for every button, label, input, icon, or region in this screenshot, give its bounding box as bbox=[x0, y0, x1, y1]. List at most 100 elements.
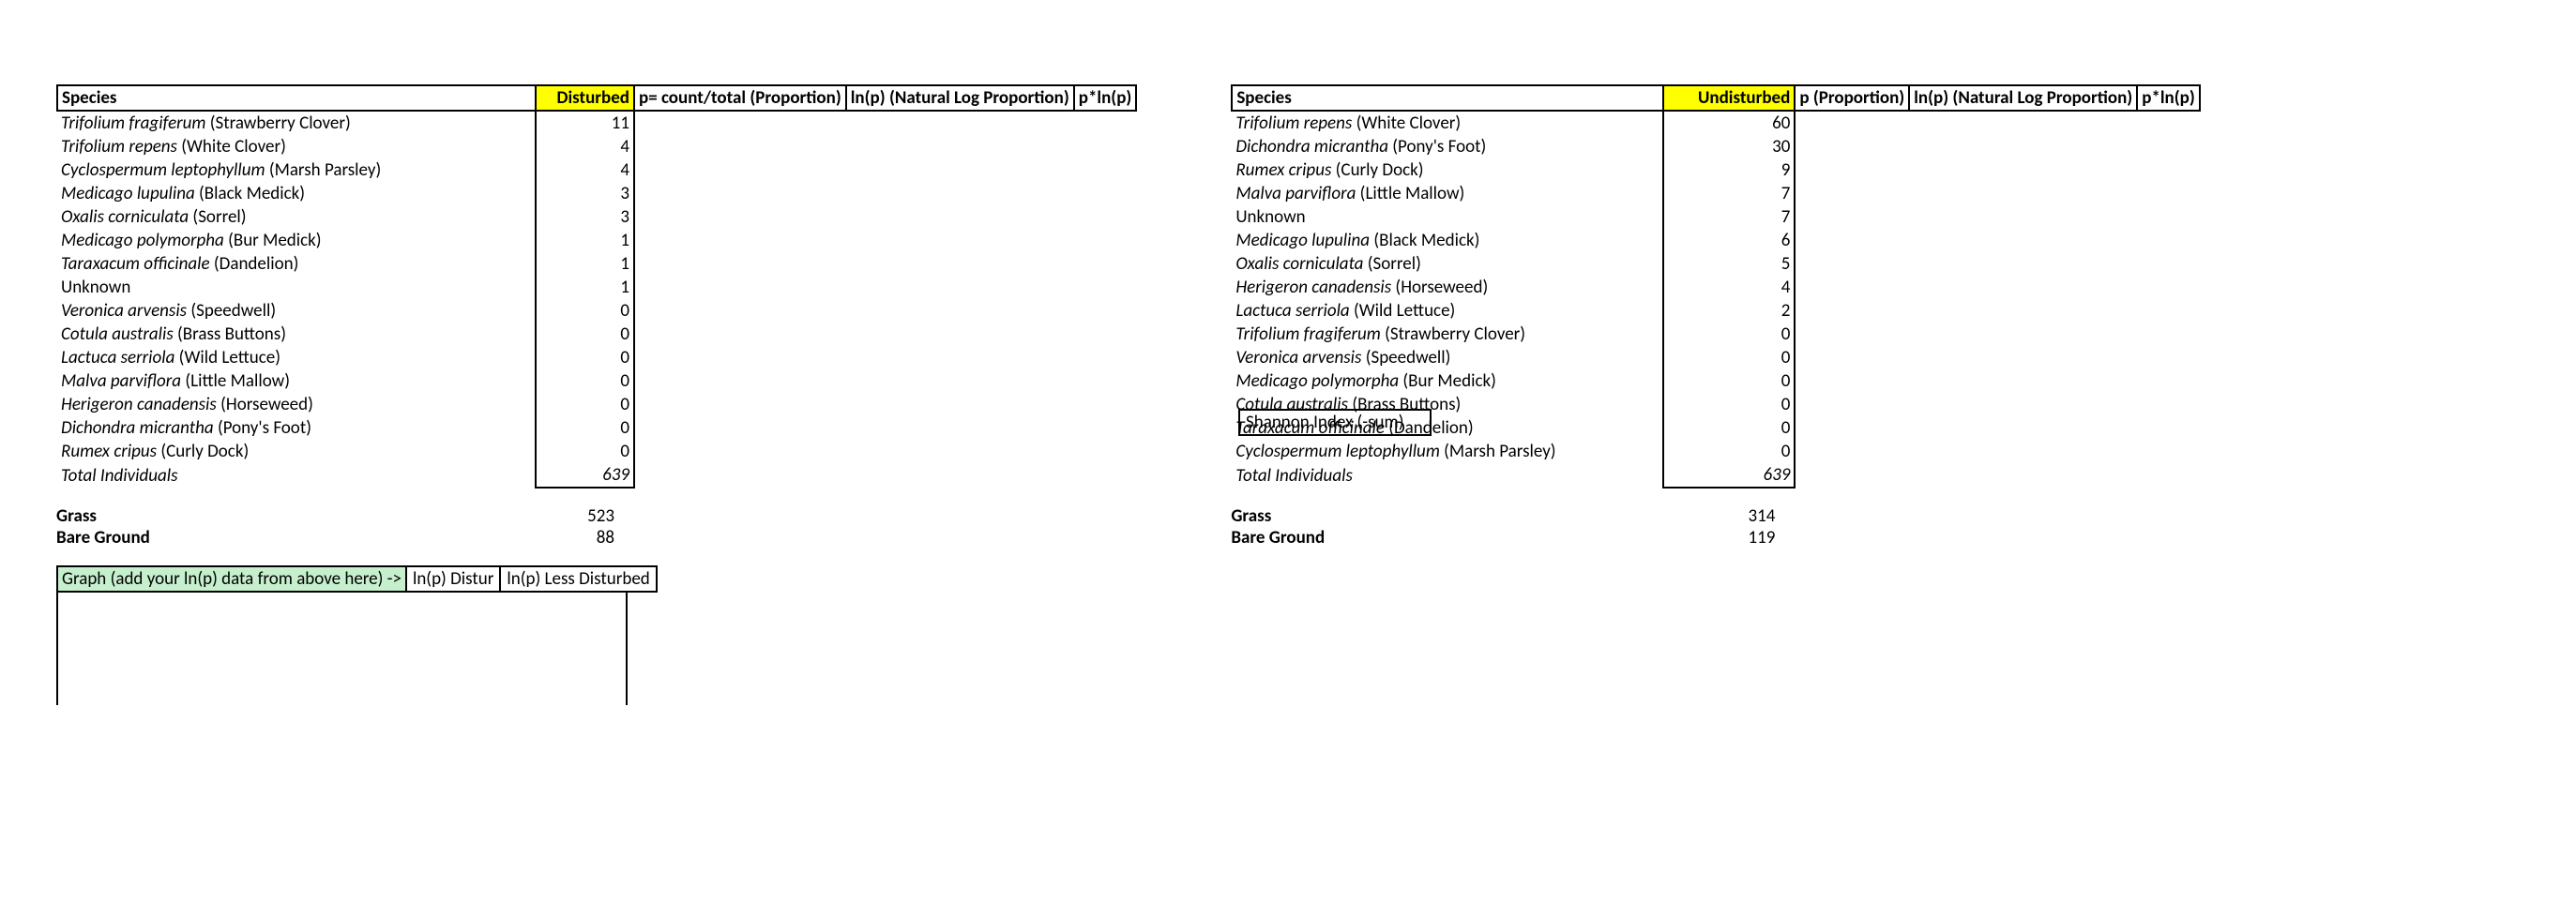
empty-cell bbox=[1795, 440, 1909, 463]
empty-cell bbox=[1909, 369, 2137, 393]
graph-body bbox=[56, 593, 628, 705]
empty-cell bbox=[634, 346, 846, 369]
count-cell: 3 bbox=[536, 205, 634, 229]
table-row: Trifolium repens (White Clover)60 bbox=[1232, 111, 2199, 135]
empty-cell bbox=[846, 205, 1074, 229]
empty-cell bbox=[1074, 158, 1137, 182]
species-cell: Cotula australis (Brass Buttons) bbox=[57, 323, 536, 346]
extra-value: 119 bbox=[1653, 527, 1775, 549]
column-header: p*ln(p) bbox=[1074, 85, 1137, 111]
species-cell: Rumex cripus (Curly Dock) bbox=[1232, 158, 1663, 182]
table-row: Veronica arvensis (Speedwell)0 bbox=[57, 299, 1136, 323]
empty-cell bbox=[2137, 111, 2200, 135]
empty-cell bbox=[634, 158, 846, 182]
empty-cell bbox=[2137, 205, 2200, 229]
table-row: Malva parviflora (Little Mallow)0 bbox=[57, 369, 1136, 393]
table-row: Cotula australis (Brass Buttons)0 bbox=[57, 323, 1136, 346]
species-cell: Oxalis corniculata (Sorrel) bbox=[57, 205, 536, 229]
species-cell: Medicago polymorpha (Bur Medick) bbox=[57, 229, 536, 252]
empty-cell bbox=[1074, 182, 1137, 205]
table-row: Taraxacum officinale (Dandelion)1 bbox=[57, 252, 1136, 276]
species-cell: Rumex cripus (Curly Dock) bbox=[57, 440, 536, 463]
column-header: Species bbox=[57, 85, 536, 111]
count-cell: 1 bbox=[536, 252, 634, 276]
empty-cell bbox=[846, 229, 1074, 252]
count-cell: 11 bbox=[536, 111, 634, 135]
column-header: Disturbed bbox=[536, 85, 634, 111]
species-cell: Oxalis corniculata (Sorrel) bbox=[1232, 252, 1663, 276]
empty-cell bbox=[634, 229, 846, 252]
empty-cell bbox=[634, 135, 846, 158]
species-cell: Veronica arvensis (Speedwell) bbox=[1232, 346, 1663, 369]
count-cell: 0 bbox=[536, 416, 634, 440]
count-cell: 0 bbox=[536, 346, 634, 369]
empty-cell bbox=[1074, 111, 1137, 135]
species-cell: Trifolium fragiferum (Strawberry Clover) bbox=[1232, 323, 1663, 346]
extra-row: Bare Ground88 bbox=[56, 527, 1137, 549]
graph-label: Graph (add your ln(p) data from above he… bbox=[56, 565, 407, 593]
species-cell: Medicago polymorpha (Bur Medick) bbox=[1232, 369, 1663, 393]
table-row: Dichondra micrantha (Pony's Foot)0 bbox=[57, 416, 1136, 440]
empty-cell bbox=[1795, 158, 1909, 182]
empty-cell bbox=[846, 252, 1074, 276]
count-cell: 0 bbox=[1663, 346, 1795, 369]
table-row: Medicago lupulina (Black Medick)3 bbox=[57, 182, 1136, 205]
table-row: Rumex cripus (Curly Dock)9 bbox=[1232, 158, 2199, 182]
count-cell: 1 bbox=[536, 229, 634, 252]
empty-cell bbox=[2137, 323, 2200, 346]
empty-cell bbox=[1074, 252, 1137, 276]
empty-cell bbox=[1909, 276, 2137, 299]
empty-cell bbox=[2137, 299, 2200, 323]
left-extras: Grass523Bare Ground88 bbox=[56, 505, 1137, 549]
species-cell: Malva parviflora (Little Mallow) bbox=[57, 369, 536, 393]
empty-cell bbox=[634, 299, 846, 323]
empty-cell bbox=[2137, 393, 2200, 416]
empty-cell bbox=[846, 323, 1074, 346]
empty-cell bbox=[2137, 229, 2200, 252]
total-value: 639 bbox=[536, 463, 634, 488]
empty-cell bbox=[1909, 205, 2137, 229]
total-row: Total Individuals639 bbox=[57, 463, 1136, 488]
empty-cell bbox=[846, 182, 1074, 205]
species-cell: Herigeron canadensis (Horseweed) bbox=[1232, 276, 1663, 299]
left-block: SpeciesDisturbedp= count/total (Proporti… bbox=[56, 84, 1137, 705]
table-row: Unknown7 bbox=[1232, 205, 2199, 229]
empty-cell bbox=[1909, 111, 2137, 135]
right-extras: Grass314Bare Ground119 bbox=[1231, 505, 2200, 549]
empty-cell bbox=[1909, 323, 2137, 346]
table-row: Medicago polymorpha (Bur Medick)0 bbox=[1232, 369, 2199, 393]
empty-cell bbox=[1795, 346, 1909, 369]
empty-cell bbox=[1909, 229, 2137, 252]
empty-cell bbox=[846, 416, 1074, 440]
table-row: Malva parviflora (Little Mallow)7 bbox=[1232, 182, 2199, 205]
empty-cell bbox=[2137, 440, 2200, 463]
column-header: p (Proportion) bbox=[1795, 85, 1909, 111]
species-cell: Unknown bbox=[1232, 205, 1663, 229]
empty-cell bbox=[634, 111, 846, 135]
empty-cell bbox=[2137, 346, 2200, 369]
count-cell: 5 bbox=[1663, 252, 1795, 276]
empty-cell bbox=[2137, 416, 2200, 440]
table-row: Cyclospermum leptophyllum (Marsh Parsley… bbox=[57, 158, 1136, 182]
extra-value: 88 bbox=[525, 527, 614, 549]
count-cell: 1 bbox=[536, 276, 634, 299]
column-header: p*ln(p) bbox=[2137, 85, 2200, 111]
empty-cell bbox=[1795, 252, 1909, 276]
empty-cell bbox=[2137, 135, 2200, 158]
count-cell: 9 bbox=[1663, 158, 1795, 182]
count-cell: 0 bbox=[1663, 440, 1795, 463]
empty-cell bbox=[2137, 182, 2200, 205]
extra-label: Bare Ground bbox=[56, 527, 525, 549]
column-header: p= count/total (Proportion) bbox=[634, 85, 846, 111]
empty-cell bbox=[846, 440, 1074, 463]
extra-label: Bare Ground bbox=[1231, 527, 1653, 549]
empty-cell bbox=[1795, 369, 1909, 393]
species-cell: Medicago lupulina (Black Medick) bbox=[57, 182, 536, 205]
total-value: 639 bbox=[1663, 463, 1795, 488]
empty-cell bbox=[1074, 393, 1137, 416]
species-cell: Dichondra micrantha (Pony's Foot) bbox=[1232, 135, 1663, 158]
column-header: Species bbox=[1232, 85, 1663, 111]
table-row: Herigeron canadensis (Horseweed)4 bbox=[1232, 276, 2199, 299]
empty-cell bbox=[1795, 393, 1909, 416]
count-cell: 0 bbox=[1663, 323, 1795, 346]
